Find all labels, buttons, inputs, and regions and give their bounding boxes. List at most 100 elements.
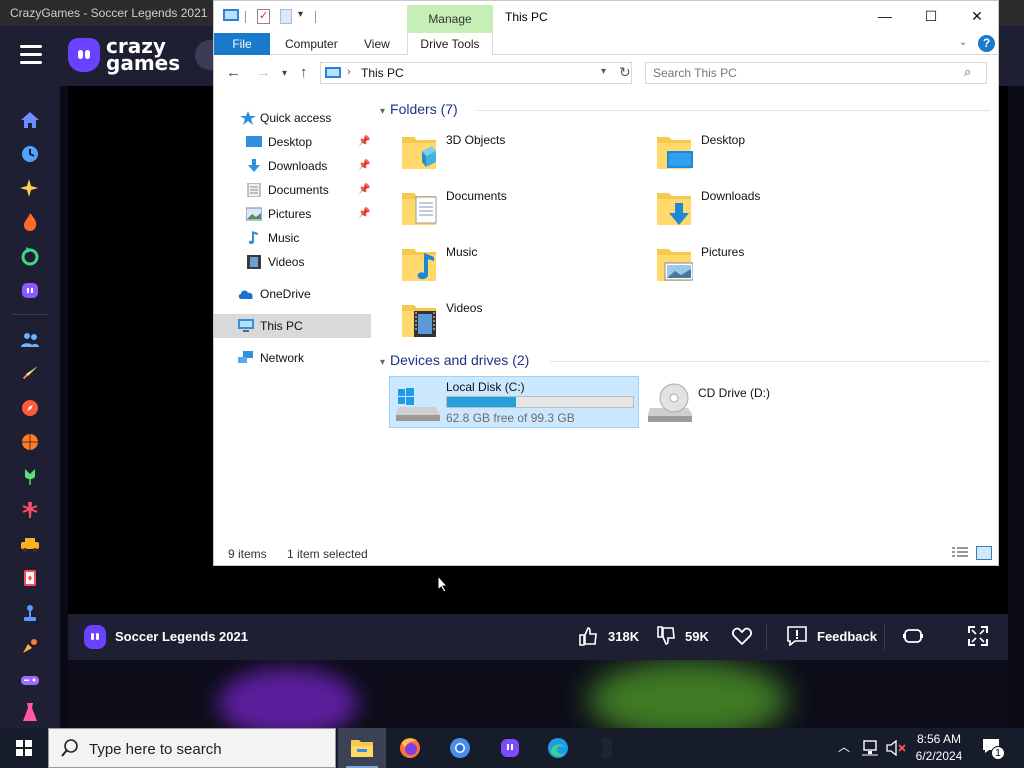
sidebar-item-network[interactable]: Network (214, 346, 371, 370)
details-view-icon[interactable] (952, 547, 968, 559)
close-button[interactable]: ✕ (954, 1, 1000, 31)
pin-icon[interactable]: 📌 (358, 178, 370, 202)
taskbar-chrome[interactable] (436, 728, 484, 768)
taskbar-edge[interactable] (534, 728, 582, 768)
sidebar-item-this-pc[interactable]: This PC (214, 314, 371, 338)
crazygames-logo-text[interactable]: crazy games (106, 36, 180, 73)
explorer-title-bar[interactable]: ▾ Manage This PC — ☐ ✕ (214, 1, 998, 33)
folder-item-documents[interactable]: Documents (400, 185, 650, 235)
tab-manage[interactable]: Manage (407, 5, 493, 33)
heart-favorite-icon[interactable] (732, 627, 752, 645)
controller-joystick-icon[interactable] (20, 602, 40, 622)
io-games-icon[interactable] (20, 636, 40, 656)
address-bar[interactable]: › This PC ▾ ↻ (320, 62, 632, 84)
this-pc-app-icon[interactable] (223, 9, 239, 21)
multiplayer-icon[interactable] (20, 330, 40, 350)
expand-ribbon-icon[interactable]: ⌄ (959, 37, 967, 48)
browser-tab-title[interactable]: CrazyGames - Soccer Legends 2021 (10, 6, 207, 20)
feedback-button[interactable]: Feedback (817, 614, 877, 660)
clicker-icon[interactable] (20, 500, 40, 520)
new-folder-icon[interactable] (280, 9, 292, 24)
taskbar-app[interactable] (584, 728, 632, 768)
sidebar-item-documents[interactable]: Documents 📌 (214, 178, 371, 202)
taskbar-search-input[interactable]: Type here to search (89, 741, 222, 758)
thumbs-up-icon[interactable] (578, 626, 598, 646)
network-status-icon[interactable] (862, 740, 880, 756)
search-box[interactable]: Search This PC ⌕ (645, 62, 987, 84)
updated-refresh-icon[interactable] (20, 246, 40, 266)
folder-item-videos[interactable]: Videos (400, 297, 650, 347)
volume-muted-icon[interactable] (886, 740, 906, 756)
casual-flower-icon[interactable] (20, 466, 40, 486)
search-input[interactable]: Search This PC (653, 66, 737, 80)
customize-toolbar-icon[interactable]: ▾ (298, 9, 303, 20)
folders-group-header[interactable]: ▾ Folders (7) (380, 101, 458, 117)
folder-item-downloads[interactable]: Downloads (655, 185, 905, 235)
pin-icon[interactable]: 📌 (358, 154, 370, 178)
fullscreen-icon[interactable] (968, 626, 988, 646)
folder-item-desktop[interactable]: Desktop (655, 129, 905, 179)
maximize-button[interactable]: ☐ (908, 1, 954, 31)
taskbar-twitch[interactable] (486, 728, 534, 768)
properties-icon[interactable] (257, 9, 270, 24)
devices-group-header[interactable]: ▾ Devices and drives (2) (380, 352, 529, 368)
basketball-icon[interactable] (20, 432, 40, 452)
large-icons-view-icon[interactable] (976, 546, 992, 560)
tab-drive-tools[interactable]: Drive Tools (407, 33, 493, 55)
refresh-icon[interactable]: ↻ (619, 64, 631, 81)
hamburger-menu-icon[interactable] (20, 45, 42, 67)
cd-drive-icon (648, 383, 692, 422)
originals-icon[interactable] (20, 280, 40, 300)
drive-item-cd-drive-d[interactable]: CD Drive (D:) (644, 376, 894, 428)
chevron-down-icon[interactable]: ▾ (601, 66, 606, 77)
recent-clock-icon[interactable] (20, 144, 40, 164)
minimize-button[interactable]: — (862, 1, 908, 31)
trending-fire-icon[interactable] (20, 212, 40, 232)
search-icon[interactable]: ⌕ (964, 64, 971, 80)
sidebar-item-music[interactable]: Music (214, 226, 371, 250)
sidebar-item-downloads[interactable]: Downloads 📌 (214, 154, 371, 178)
up-arrow-icon[interactable]: ↑ (300, 64, 308, 81)
pin-icon[interactable]: 📌 (358, 130, 370, 154)
help-icon[interactable]: ? (978, 35, 995, 52)
tab-file[interactable]: File (214, 33, 270, 55)
start-button[interactable] (0, 728, 48, 768)
card-games-icon[interactable] (20, 568, 40, 588)
dress-up-icon[interactable] (20, 702, 40, 722)
feedback-icon[interactable] (787, 626, 807, 646)
folder-item-3d-objects[interactable]: 3D Objects (400, 129, 650, 179)
drive-item-local-disk-c[interactable]: Local Disk (C:) 62.8 GB free of 99.3 GB (389, 376, 639, 428)
forward-arrow-icon[interactable]: → (256, 64, 271, 81)
show-hidden-icons-chevron-icon[interactable]: ︿ (838, 738, 850, 755)
address-path[interactable]: This PC (361, 66, 404, 80)
driving-car-icon[interactable] (20, 534, 40, 554)
sidebar-item-desktop[interactable]: Desktop 📌 (214, 130, 371, 154)
taskbar-file-explorer[interactable] (338, 728, 386, 768)
taskbar-search-box[interactable]: Type here to search (48, 728, 336, 768)
chevron-right-icon[interactable]: › (347, 66, 351, 78)
thumbs-down-icon[interactable] (656, 626, 676, 646)
home-icon[interactable] (20, 110, 40, 130)
adventure-compass-icon[interactable] (20, 398, 40, 418)
gamepad-icon[interactable] (20, 670, 40, 690)
action-sword-icon[interactable] (20, 364, 40, 384)
folder-item-pictures[interactable]: Pictures (655, 241, 905, 291)
recent-locations-chevron-icon[interactable]: ▾ (282, 68, 287, 79)
tab-view[interactable]: View (364, 33, 390, 55)
back-arrow-icon[interactable]: ← (226, 64, 241, 81)
notification-center-button[interactable]: 1 (974, 734, 1016, 762)
sidebar-item-onedrive[interactable]: OneDrive (214, 282, 371, 306)
chevron-down-icon[interactable]: ▾ (380, 106, 385, 117)
pin-icon[interactable]: 📌 (358, 202, 370, 226)
taskbar-clock[interactable]: 8:56 AM 6/2/2024 (912, 731, 966, 765)
taskbar-firefox[interactable] (386, 728, 434, 768)
folder-item-music[interactable]: Music (400, 241, 650, 291)
tab-computer[interactable]: Computer (285, 33, 338, 55)
new-sparkle-icon[interactable] (20, 178, 40, 198)
crazygames-logo-icon[interactable] (68, 38, 100, 72)
sidebar-item-pictures[interactable]: Pictures 📌 (214, 202, 371, 226)
chevron-down-icon[interactable]: ▾ (380, 357, 385, 368)
sidebar-item-videos[interactable]: Videos (214, 250, 371, 274)
theater-mode-icon[interactable] (902, 626, 924, 646)
sidebar-item-quick-access[interactable]: Quick access (214, 106, 371, 130)
